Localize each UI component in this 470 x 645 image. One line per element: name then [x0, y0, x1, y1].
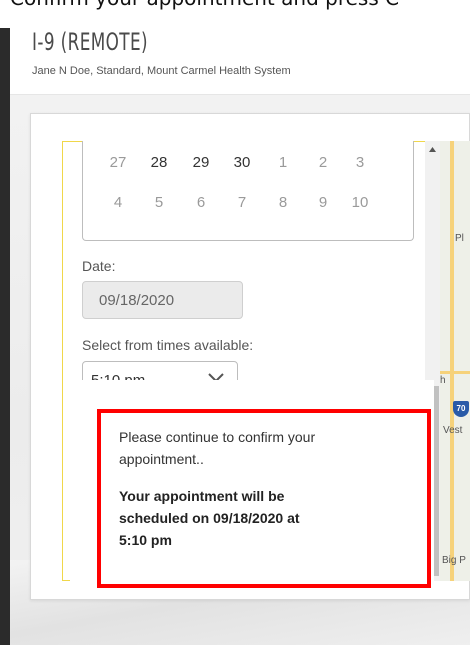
highlight-box	[97, 409, 431, 588]
calendar-day[interactable]: 1	[270, 154, 296, 171]
map-view[interactable]: Pl h 70 Vest Big P	[440, 141, 470, 581]
calendar-day[interactable]: 5	[146, 194, 172, 211]
page-title: I-9 (REMOTE)	[32, 28, 148, 56]
calendar-day[interactable]: 8	[270, 194, 296, 211]
calendar-day[interactable]: 2	[310, 154, 336, 171]
calendar-day[interactable]: 28	[146, 154, 172, 171]
date-field: 09/18/2020	[82, 281, 243, 319]
left-dark-bar	[0, 28, 10, 645]
date-label: Date:	[82, 258, 116, 274]
map-road	[450, 141, 454, 581]
page-subtitle: Jane N Doe, Standard, Mount Carmel Healt…	[32, 65, 291, 77]
calendar-day[interactable]: 6	[188, 194, 214, 211]
calendar-day[interactable]: 7	[229, 194, 255, 211]
time-label: Select from times available:	[82, 337, 254, 353]
calendar-day[interactable]: 27	[105, 154, 131, 171]
calendar-day[interactable]: 9	[310, 194, 336, 211]
calendar-day[interactable]: 3	[347, 154, 373, 171]
calendar-day[interactable]: 30	[229, 154, 255, 171]
map-label: Vest	[443, 425, 463, 436]
map-label: Pl	[455, 233, 464, 244]
calendar-day[interactable]: 29	[188, 154, 214, 171]
calendar-day[interactable]: 4	[105, 194, 131, 211]
calendar-day[interactable]: 10	[347, 194, 373, 211]
map-road	[440, 371, 470, 374]
calendar: 27 28 29 30 1 2 3 4 5 6 7 8 9 10	[82, 141, 414, 241]
instruction-text: Confirm your appointment and press C	[10, 0, 470, 14]
map-label: Big P	[442, 555, 466, 566]
map-label: h	[440, 375, 446, 386]
scroll-up-arrow-icon[interactable]	[425, 143, 440, 157]
highway-shield: 70	[453, 401, 469, 417]
